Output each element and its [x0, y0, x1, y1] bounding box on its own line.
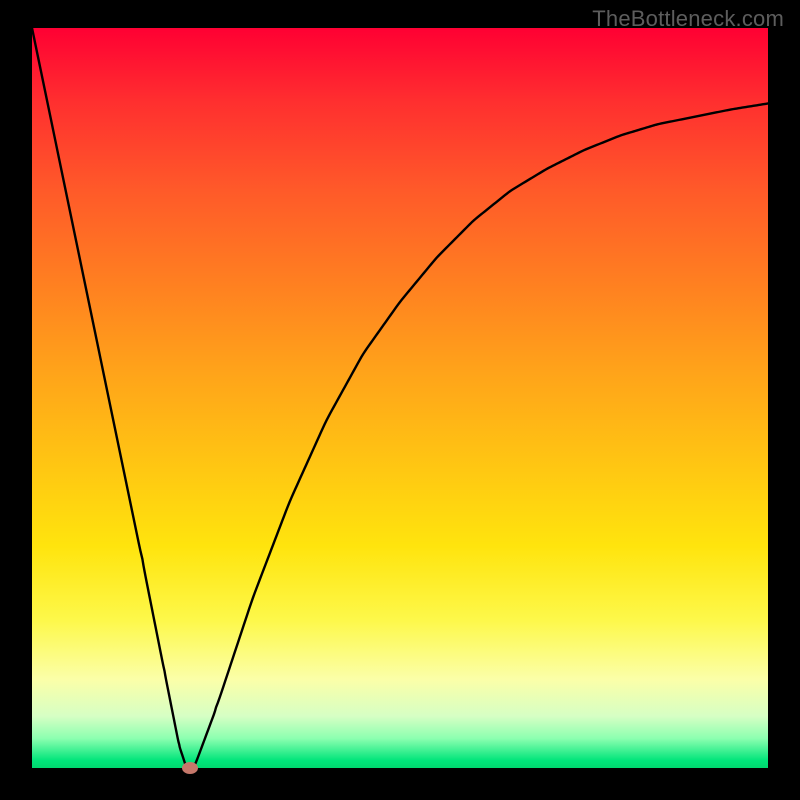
plot-area — [32, 28, 768, 768]
curve-svg — [32, 28, 768, 768]
chart-frame: TheBottleneck.com — [0, 0, 800, 800]
bottleneck-curve-path — [32, 28, 768, 768]
minimum-marker-dot — [182, 762, 198, 774]
